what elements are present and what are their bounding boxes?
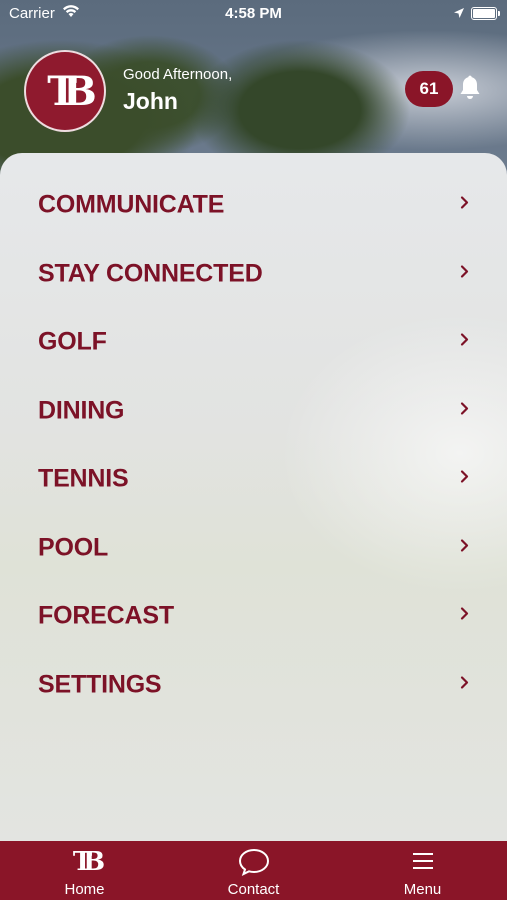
header: TB Good Afternoon, John 61 — [0, 48, 507, 133]
bell-icon[interactable] — [458, 75, 482, 106]
tab-home[interactable]: TB Home — [0, 841, 169, 900]
chevron-right-icon — [460, 675, 469, 694]
menu-item-label: STAY CONNECTED — [38, 259, 263, 288]
chevron-right-icon — [460, 264, 469, 283]
tab-label: Home — [64, 881, 105, 898]
main-menu: COMMUNICATE STAY CONNECTED GOLF DINING T… — [0, 171, 507, 719]
club-logo[interactable]: TB — [24, 50, 106, 132]
chevron-right-icon — [460, 333, 469, 352]
menu-item-tennis[interactable]: TENNIS — [0, 445, 507, 514]
chevron-right-icon — [460, 607, 469, 626]
tab-label: Menu — [403, 881, 442, 898]
greeting-text: Good Afternoon, — [123, 66, 233, 83]
chevron-right-icon — [460, 196, 469, 215]
tb-logo-icon: TB — [72, 847, 105, 877]
menu-item-stay-connected[interactable]: STAY CONNECTED — [0, 240, 507, 309]
menu-item-label: SETTINGS — [38, 670, 162, 699]
menu-item-pool[interactable]: POOL — [0, 514, 507, 583]
chevron-right-icon — [460, 470, 469, 489]
menu-item-label: FORECAST — [38, 601, 174, 630]
menu-item-golf[interactable]: GOLF — [0, 308, 507, 377]
menu-item-forecast[interactable]: FORECAST — [0, 582, 507, 651]
menu-item-settings[interactable]: SETTINGS — [0, 651, 507, 720]
status-time: 4:58 PM — [225, 5, 282, 22]
menu-item-communicate[interactable]: COMMUNICATE — [0, 171, 507, 240]
hamburger-menu-icon — [411, 847, 435, 880]
location-arrow-icon — [453, 6, 465, 23]
menu-item-label: DINING — [38, 396, 125, 425]
chevron-right-icon — [460, 401, 469, 420]
status-bar: Carrier 4:58 PM — [0, 0, 507, 28]
user-name: John — [123, 88, 178, 114]
tab-bar: TB Home Contact Menu — [0, 841, 507, 900]
menu-item-dining[interactable]: DINING — [0, 377, 507, 446]
chevron-right-icon — [460, 538, 469, 557]
tab-menu[interactable]: Menu — [338, 841, 507, 900]
tab-contact[interactable]: Contact — [169, 841, 338, 900]
menu-item-label: GOLF — [38, 327, 107, 356]
notification-count-badge[interactable]: 61 — [405, 71, 453, 107]
menu-item-label: COMMUNICATE — [38, 190, 225, 219]
menu-item-label: POOL — [38, 533, 109, 562]
menu-item-label: TENNIS — [38, 464, 129, 493]
menu-panel: COMMUNICATE STAY CONNECTED GOLF DINING T… — [0, 153, 507, 841]
tab-label: Contact — [227, 881, 280, 898]
battery-icon — [471, 7, 500, 20]
chat-bubble-icon — [237, 847, 271, 882]
